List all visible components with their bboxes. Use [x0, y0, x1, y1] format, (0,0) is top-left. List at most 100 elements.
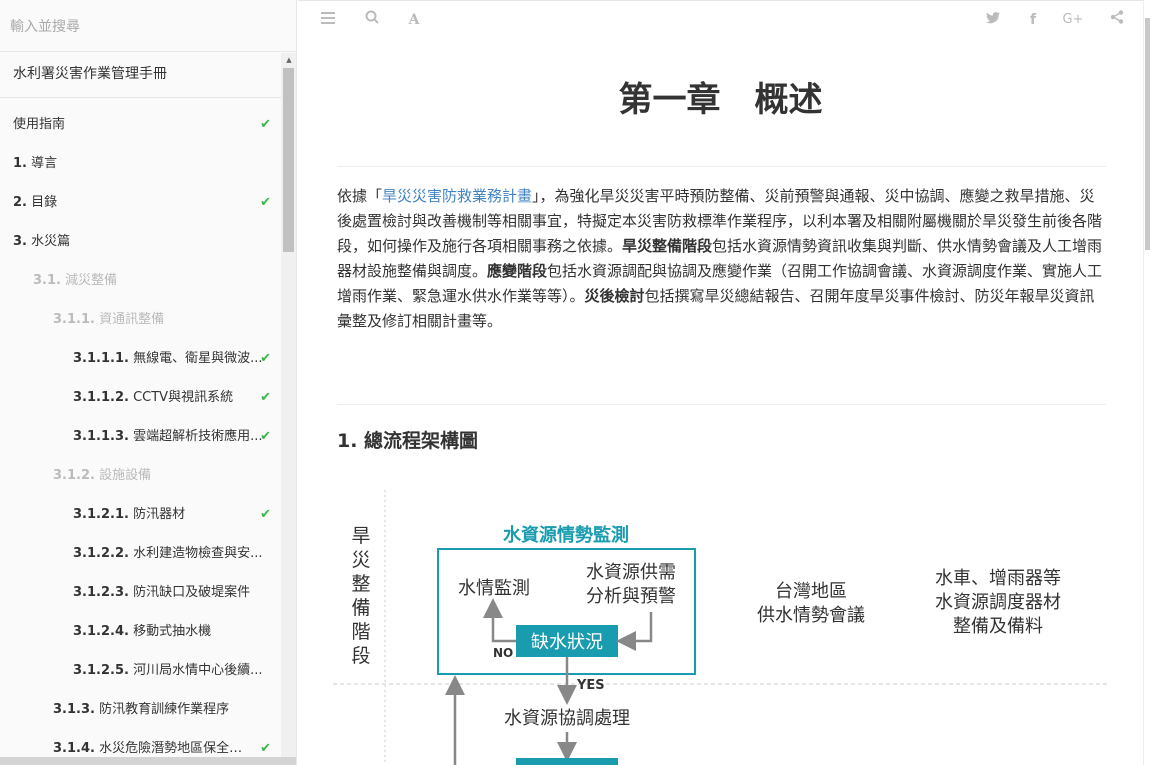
book-title[interactable]: 水利署災害作業管理手冊 — [0, 53, 281, 98]
sidebar-item[interactable]: 3.1.2.4. 移動式抽水機 — [0, 612, 281, 651]
facebook-icon[interactable]: f — [1022, 9, 1044, 31]
para-bold: 應變階段 — [487, 262, 548, 280]
para-bold: 災後檢討 — [584, 287, 645, 305]
scroll-up-arrow-icon[interactable]: ▲ — [281, 53, 296, 67]
node-taiwan: 供水情勢會議 — [757, 605, 865, 626]
toolbar: A f G+ — [298, 0, 1143, 40]
sidebar-item[interactable]: 3. 水災篇 — [0, 222, 281, 261]
sidebar-item-label: 3.1.2. 設施設備 — [53, 456, 151, 495]
sidebar-item-label: 3.1.2.4. 移動式抽水機 — [73, 612, 211, 651]
sidebar-item-number: 3.1.1.2. — [73, 390, 129, 405]
sidebar-item-text: 河川局水情中心後續... — [133, 663, 263, 678]
sidebar-item-text: 水災危險潛勢地區保全計... — [99, 741, 245, 756]
sidebar-item-text: 水利建造物檢查與安... — [133, 546, 263, 561]
sidebar-item[interactable]: 1. 導言 — [0, 144, 281, 183]
twitter-icon[interactable] — [982, 9, 1004, 31]
sidebar-item-label: 1. 導言 — [13, 144, 57, 183]
sidebar-item-label: 3.1.1.1. 無線電、衛星與微波... — [73, 339, 262, 378]
flow-diagram: 旱災整備階段 水資源情勢監測 水情監測 水資源供需 分析與預警 缺水狀況 NO … — [333, 490, 1108, 765]
sidebar-item-label: 3.1.3. 防汛教育訓練作業程序 — [53, 690, 229, 729]
stage-label-char: 整 — [351, 573, 370, 595]
sidebar-item-number: 3.1.2.3. — [73, 585, 129, 600]
sidebar-item[interactable]: 3.1.1.3. 雲端超解析技術應用... ✔ — [0, 417, 281, 456]
sidebar-item-label: 3.1.1.3. 雲端超解析技術應用... — [73, 417, 262, 456]
sidebar-item[interactable]: 3.1.2.5. 河川局水情中心後續... — [0, 651, 281, 690]
search-input[interactable] — [10, 19, 280, 35]
sidebar-item[interactable]: 3.1. 減災整備 — [0, 261, 281, 300]
sidebar-item-number: 3.1.1.3. — [73, 429, 129, 444]
sidebar: 水利署災害作業管理手冊 使用指南✔1. 導言2. 目錄✔3. 水災篇3.1. 減… — [0, 0, 297, 765]
sidebar-item-number: 3.1.3. — [53, 702, 95, 717]
sidebar-item[interactable]: 3.1.2.3. 防汛缺口及破堤案件 — [0, 573, 281, 612]
sidebar-item-text: 目錄 — [31, 195, 58, 210]
sidebar-item-text: 水災篇 — [31, 234, 71, 249]
sidebar-item-label: 3. 水災篇 — [13, 222, 70, 261]
intro-paragraph: 依據「旱災災害防救業務計畫」，為強化旱災災害平時預防整備、災前預警與通報、災中協… — [337, 184, 1107, 334]
main-scroll-thumb[interactable] — [1145, 18, 1150, 250]
sidebar-item[interactable]: 3.1.2. 設施設備 — [0, 456, 281, 495]
stage-label-char: 階 — [351, 621, 370, 643]
node-taiwan: 台灣地區 — [775, 581, 847, 602]
plan-link[interactable]: 旱災災害防救業務計畫 — [382, 187, 532, 205]
check-icon: ✔ — [260, 741, 271, 756]
sidebar-item-text: 雲端超解析技術應用... — [133, 429, 263, 444]
sidebar-item-number: 3.1.2. — [53, 468, 95, 483]
google-plus-icon[interactable]: G+ — [1062, 9, 1084, 31]
label-no: NO — [493, 646, 513, 660]
check-icon: ✔ — [260, 390, 271, 405]
check-icon: ✔ — [260, 351, 271, 366]
arrow-supply-to-shortage — [616, 612, 653, 651]
sidebar-item-label: 3.1.1. 資通訊整備 — [53, 300, 164, 339]
check-icon: ✔ — [260, 117, 271, 132]
para-bold: 旱災整備階段 — [622, 237, 713, 255]
menu-icon[interactable] — [317, 9, 339, 31]
sidebar-item[interactable]: 使用指南 ✔ — [0, 105, 281, 144]
sidebar-item-label: 2. 目錄 — [13, 183, 57, 222]
sidebar-item[interactable]: 3.1.2.1. 防汛器材 ✔ — [0, 495, 281, 534]
sidebar-item[interactable]: 3.1.3. 防汛教育訓練作業程序 — [0, 690, 281, 729]
node-coordination: 水資源協調處理 — [504, 708, 630, 729]
sidebar-item-text: 資通訊整備 — [99, 312, 165, 327]
sidebar-item-text: 防汛教育訓練作業程序 — [99, 702, 230, 717]
node-equipment: 整備及備料 — [953, 616, 1043, 637]
sidebar-item[interactable]: 3.1.4. 水災危險潛勢地區保全計... ✔ — [0, 729, 281, 757]
check-icon: ✔ — [260, 195, 271, 210]
sidebar-item-label: 3.1.2.5. 河川局水情中心後續... — [73, 651, 262, 690]
sidebar-item-label: 使用指南 — [13, 105, 65, 144]
search-bar — [0, 0, 296, 52]
sidebar-item-text: CCTV與視訊系統 — [133, 390, 234, 405]
sidebar-item[interactable]: 3.1.1.2. CCTV與視訊系統 ✔ — [0, 378, 281, 417]
sidebar-scroll-thumb[interactable] — [283, 68, 294, 252]
sidebar-item-label: 3.1.4. 水災危險潛勢地區保全計... — [53, 729, 245, 757]
node-supply: 水資源供需 — [586, 562, 676, 583]
search-icon[interactable] — [361, 9, 383, 31]
label-yes: YES — [576, 678, 605, 693]
sidebar-item-number: 3.1.2.1. — [73, 507, 129, 522]
sidebar-item[interactable]: 3.1.2.2. 水利建造物檢查與安... — [0, 534, 281, 573]
sidebar-item-number: 1. — [13, 156, 27, 171]
sidebar-horizontal-scrollbar[interactable] — [0, 757, 296, 765]
sidebar-item-text: 移動式抽水機 — [133, 624, 212, 639]
sidebar-item-text: 無線電、衛星與微波... — [133, 351, 263, 366]
node-equipment: 水資源調度器材 — [935, 592, 1061, 613]
sidebar-item[interactable]: 2. 目錄 ✔ — [0, 183, 281, 222]
sidebar-item-number: 3.1.2.5. — [73, 663, 129, 678]
para-text: 依據「 — [337, 187, 383, 205]
sidebar-item[interactable]: 3.1.1. 資通訊整備 — [0, 300, 281, 339]
check-icon: ✔ — [260, 507, 271, 522]
arrow-no — [483, 598, 516, 643]
sidebar-scrollbar[interactable]: ▲ — [281, 53, 296, 757]
share-icon[interactable] — [1106, 9, 1128, 31]
sidebar-item-number: 3. — [13, 234, 27, 249]
next-node — [516, 758, 618, 765]
box-title: 水資源情勢監測 — [503, 524, 629, 546]
sidebar-item-number: 2. — [13, 195, 27, 210]
sidebar-item-number: 3.1.1. — [53, 312, 95, 327]
sidebar-item-text: 導言 — [31, 156, 58, 171]
sidebar-item-label: 3.1.2.2. 水利建造物檢查與安... — [73, 534, 262, 573]
stage-label: 旱災整備階段 — [351, 525, 370, 667]
node-equipment: 水車、增雨器等 — [935, 568, 1061, 589]
sidebar-item[interactable]: 3.1.1.1. 無線電、衛星與微波... ✔ — [0, 339, 281, 378]
section-title: 1. 總流程架構圖 — [337, 430, 479, 452]
font-icon[interactable]: A — [403, 9, 425, 31]
